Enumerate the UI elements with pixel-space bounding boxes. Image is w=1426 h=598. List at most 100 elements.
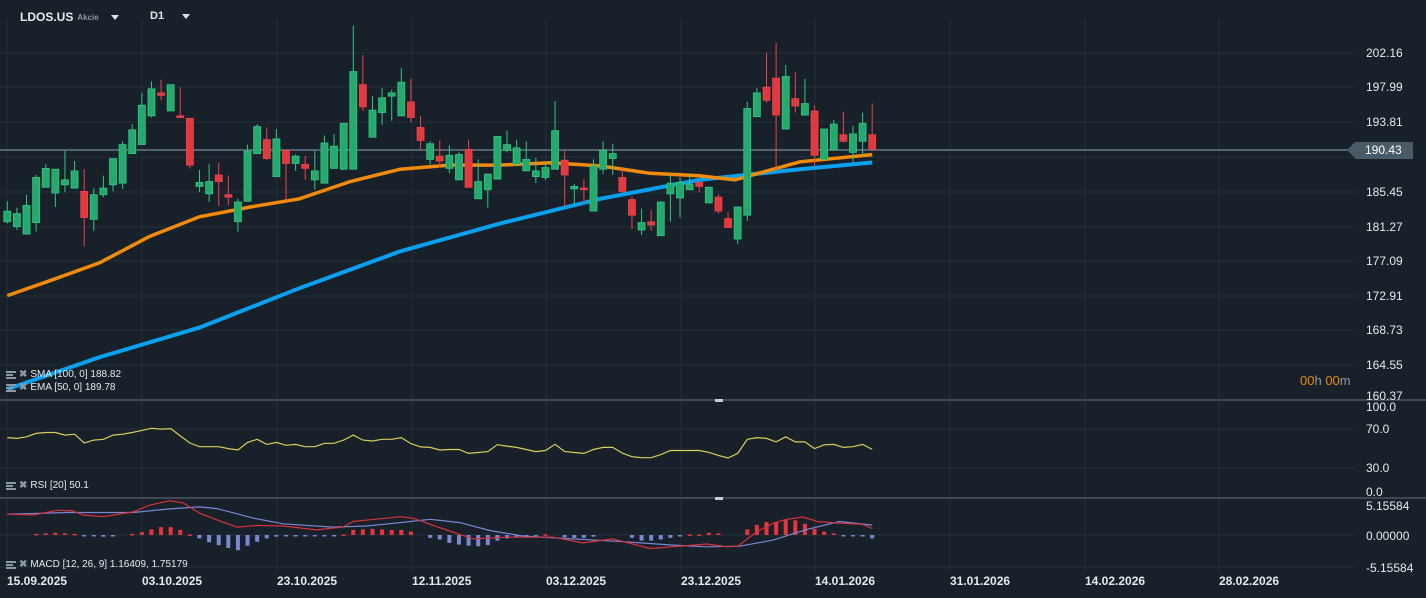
candle-body bbox=[339, 122, 348, 170]
macd-histogram-bar bbox=[207, 535, 212, 543]
macd-histogram-bar bbox=[629, 535, 634, 538]
macd-axis-label: 5.15584 bbox=[1366, 499, 1410, 513]
candle-body bbox=[128, 129, 137, 155]
candle-body bbox=[714, 196, 723, 212]
macd-histogram-bar bbox=[91, 535, 96, 537]
candle-up bbox=[13, 207, 21, 230]
macd-histogram-bar bbox=[812, 528, 817, 535]
sma-legend: ✖ SMA [100, 0] 188.82 bbox=[6, 369, 121, 380]
date-axis-label: 03.12.2025 bbox=[546, 574, 607, 588]
candle-down bbox=[435, 140, 444, 168]
timer-h: h bbox=[1314, 373, 1322, 388]
macd-histogram-bar bbox=[283, 535, 288, 537]
candle-body bbox=[858, 122, 867, 142]
panel-resize-handle[interactable] bbox=[715, 497, 723, 500]
close-icon[interactable]: ✖ bbox=[19, 369, 27, 380]
candle-body bbox=[762, 86, 771, 101]
panel-resize-handle[interactable] bbox=[715, 399, 723, 402]
macd-histogram-bar bbox=[380, 529, 385, 535]
symbol-selector[interactable]: LDOS.US Akcie bbox=[20, 10, 119, 24]
macd-histogram-bar bbox=[697, 534, 702, 536]
macd-histogram-bar bbox=[485, 535, 490, 546]
candle-body bbox=[512, 147, 521, 165]
candle-body bbox=[666, 182, 675, 195]
macd-histogram-bar bbox=[274, 535, 279, 537]
candle-body bbox=[157, 92, 165, 96]
candle-body bbox=[455, 154, 463, 181]
candle-up bbox=[551, 101, 559, 170]
macd-histogram-bar bbox=[245, 535, 250, 546]
candle-down bbox=[185, 117, 194, 169]
price-axis-label: 202.16 bbox=[1366, 46, 1403, 60]
menu-icon[interactable] bbox=[6, 560, 16, 569]
macd-histogram-bar bbox=[82, 535, 87, 537]
date-axis-label: 12.11.2025 bbox=[412, 574, 472, 588]
candle-body bbox=[445, 154, 454, 169]
macd-histogram-bar bbox=[178, 529, 183, 535]
candle-body bbox=[724, 218, 732, 228]
menu-icon[interactable] bbox=[6, 370, 16, 379]
close-icon[interactable]: ✖ bbox=[19, 559, 27, 570]
chart-canvas[interactable] bbox=[0, 0, 1426, 598]
candle-body bbox=[637, 222, 646, 231]
macd-histogram-bar bbox=[389, 529, 394, 535]
macd-histogram-bar bbox=[649, 535, 654, 541]
macd-histogram-bar bbox=[130, 533, 135, 536]
candle-body bbox=[301, 163, 310, 169]
candle-body bbox=[647, 221, 656, 226]
candle-up bbox=[522, 141, 531, 172]
candle-up bbox=[320, 135, 329, 184]
moving-averages bbox=[6, 152, 873, 392]
candle-up bbox=[801, 78, 809, 116]
candle-down bbox=[282, 149, 290, 201]
macd-histogram-bar bbox=[754, 524, 759, 535]
menu-icon[interactable] bbox=[6, 481, 16, 490]
price-axis-label: 181.27 bbox=[1366, 220, 1403, 234]
macd-histogram-bar bbox=[312, 535, 317, 537]
price-axis-label: 177.09 bbox=[1366, 254, 1403, 268]
current-price-tag: 190.43 bbox=[1347, 142, 1413, 159]
macd-legend: ✖ MACD [12, 26, 9] 1.16409, 1.75179 bbox=[6, 559, 188, 570]
macd-histogram-bar bbox=[226, 535, 231, 548]
candle-down bbox=[157, 79, 165, 101]
close-icon[interactable]: ✖ bbox=[19, 480, 27, 491]
candle-up bbox=[608, 143, 617, 175]
candle-timer: 00h 00m bbox=[1300, 373, 1351, 388]
candle-up bbox=[70, 161, 79, 189]
candle-body bbox=[80, 190, 89, 219]
candle-down bbox=[762, 52, 771, 103]
candle-up bbox=[99, 175, 108, 198]
candle-up bbox=[243, 144, 252, 202]
candle-body bbox=[829, 123, 838, 150]
candle-up bbox=[51, 168, 60, 207]
candle-up bbox=[339, 122, 348, 171]
candle-body bbox=[407, 101, 415, 118]
menu-icon[interactable] bbox=[6, 383, 16, 392]
timer-hours: 00 bbox=[1300, 373, 1315, 388]
candle-body bbox=[608, 153, 617, 159]
candle-body bbox=[262, 139, 271, 159]
candle-body bbox=[752, 92, 761, 118]
macd-histogram-bar bbox=[53, 532, 58, 535]
close-icon[interactable]: ✖ bbox=[19, 382, 27, 393]
candle-body bbox=[41, 168, 50, 188]
price-axis-label: 172.91 bbox=[1366, 289, 1403, 303]
grid bbox=[0, 18, 1426, 572]
price-axis-label: 164.55 bbox=[1366, 358, 1403, 372]
candle-up bbox=[109, 158, 117, 192]
macd-histogram-bar bbox=[332, 535, 337, 537]
candle-body bbox=[676, 181, 684, 199]
candle-body bbox=[291, 155, 300, 164]
macd-histogram-bar bbox=[745, 529, 750, 535]
candle-body bbox=[695, 181, 704, 187]
candle-down bbox=[262, 127, 271, 161]
timeframe-selector[interactable]: D1 bbox=[150, 10, 191, 22]
macd-histogram-bar bbox=[774, 522, 779, 535]
candle-body bbox=[426, 143, 435, 160]
candle-up bbox=[397, 68, 406, 117]
candle-up bbox=[666, 174, 675, 222]
candle-up bbox=[512, 139, 521, 165]
candle-body bbox=[272, 138, 281, 178]
candle-up bbox=[483, 173, 492, 208]
macd-histogram-bar bbox=[764, 522, 769, 535]
